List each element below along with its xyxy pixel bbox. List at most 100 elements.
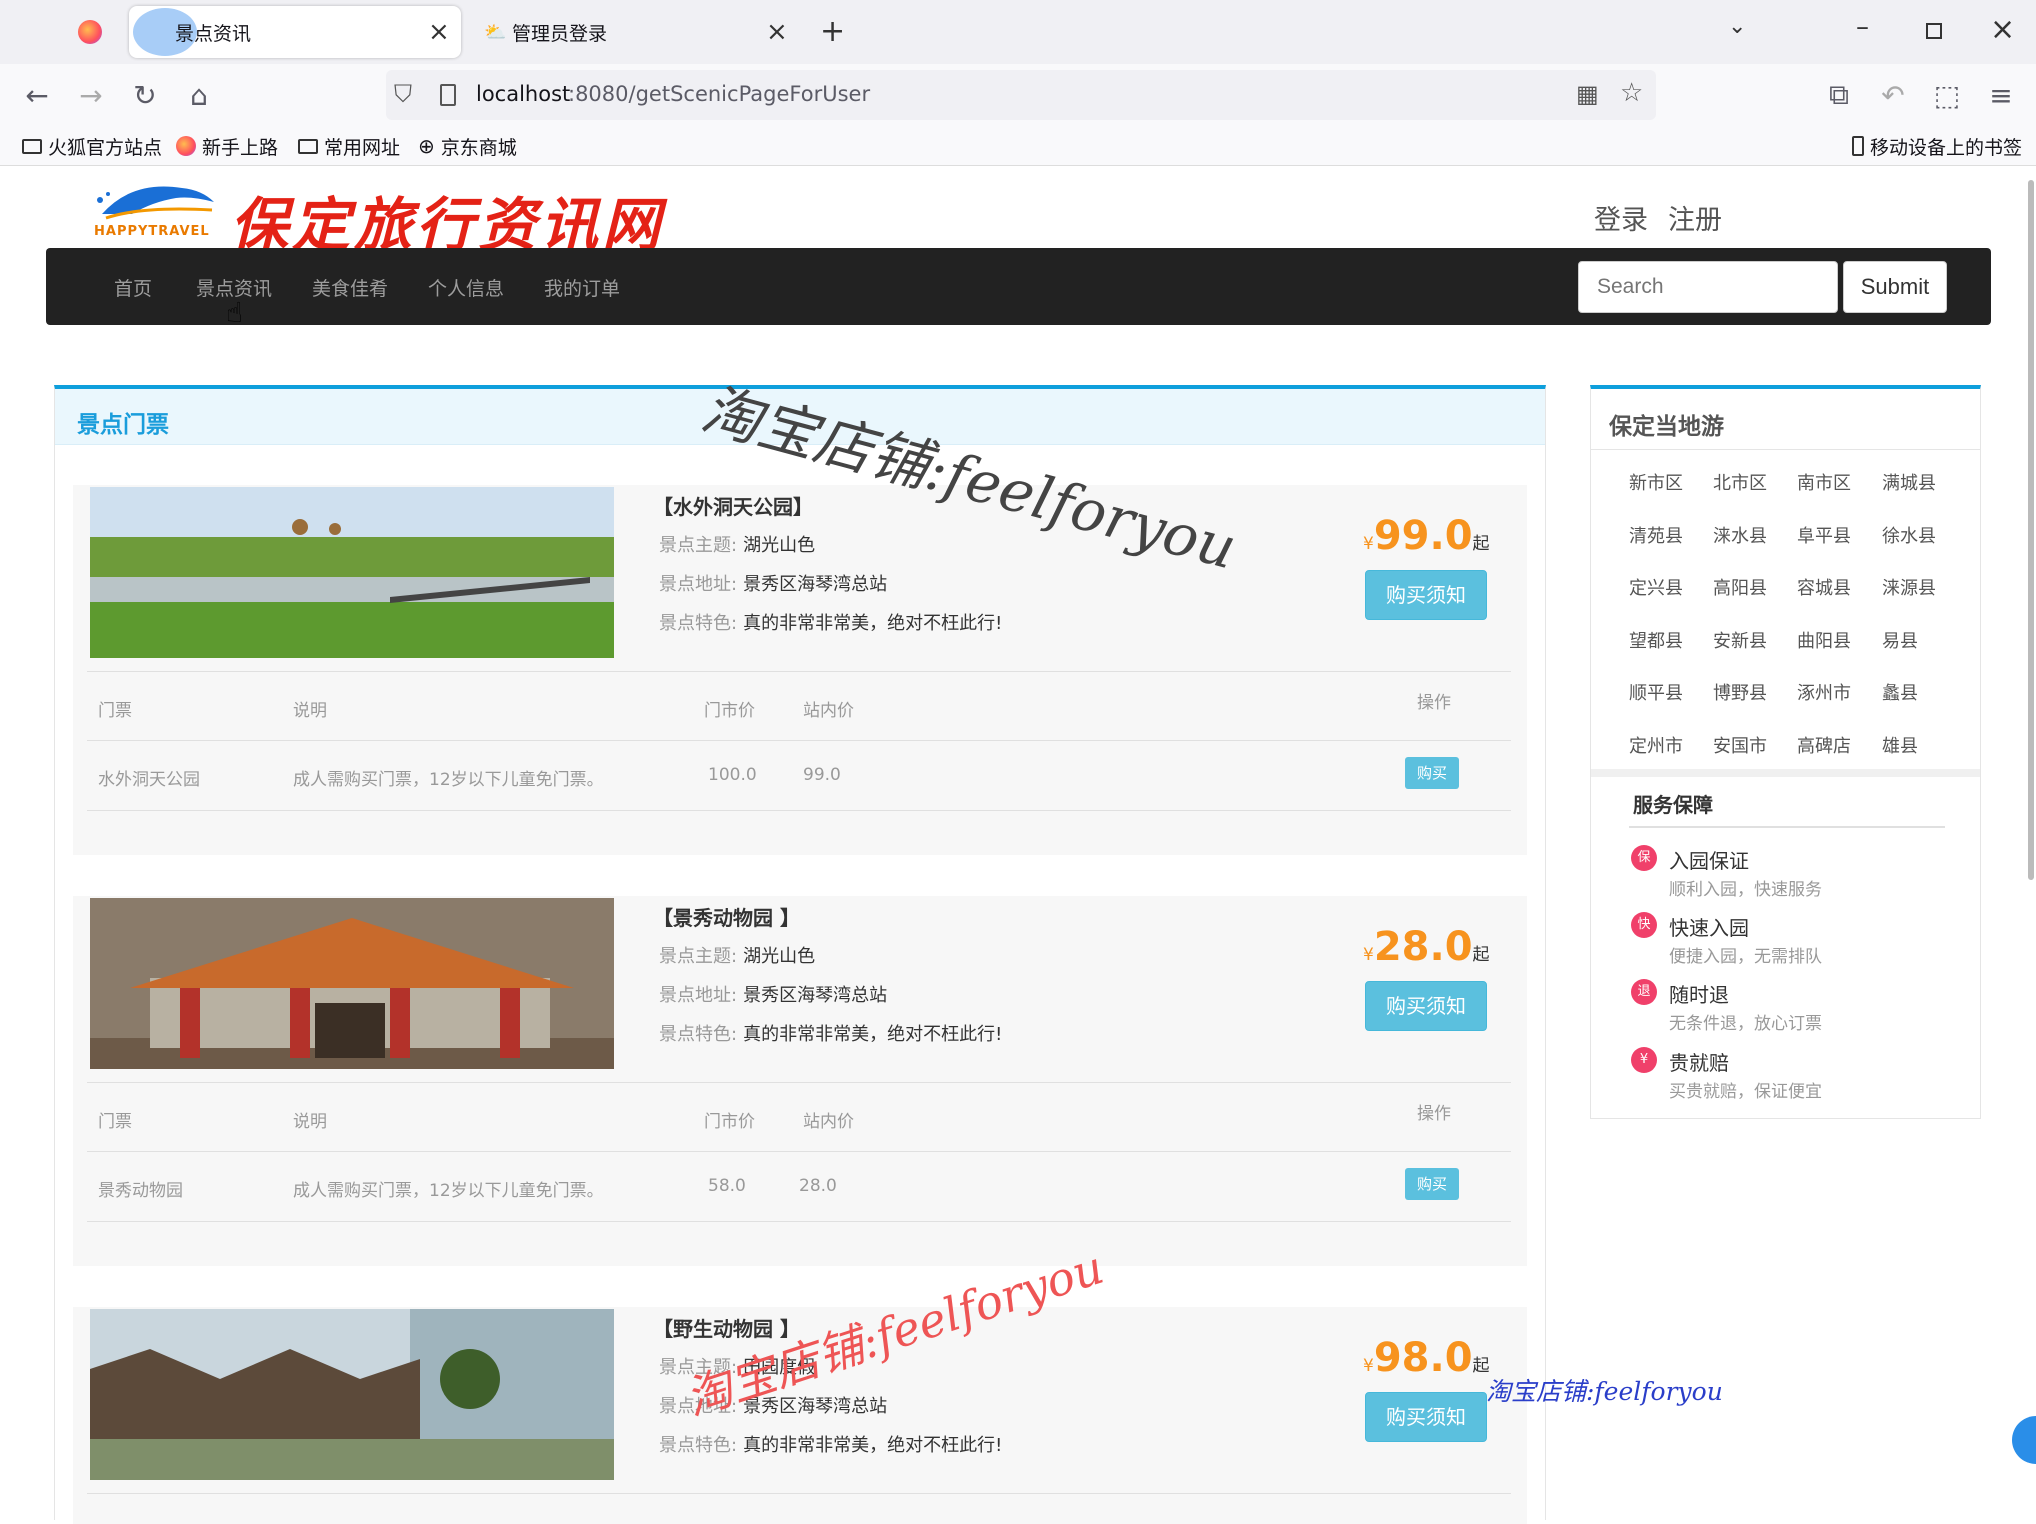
buy-button[interactable]: 购买 xyxy=(1405,757,1459,789)
th-market: 门市价 xyxy=(704,701,755,721)
close-icon[interactable]: × xyxy=(428,17,450,47)
maximize-icon[interactable] xyxy=(1926,23,1942,39)
bookmark-jd-mall[interactable]: ⊕ 京东商城 xyxy=(418,132,517,160)
menu-icon[interactable]: ≡ xyxy=(1982,76,2020,114)
reload-icon[interactable]: ↻ xyxy=(126,76,164,114)
star-icon[interactable]: ☆ xyxy=(1620,78,1643,108)
district-link[interactable]: 北市区 xyxy=(1713,469,1767,495)
district-link[interactable]: 徐水县 xyxy=(1882,522,1936,548)
district-link[interactable]: 雄县 xyxy=(1882,732,1918,758)
district-link[interactable]: 顺平县 xyxy=(1629,679,1683,705)
nav-profile[interactable]: 个人信息 xyxy=(428,274,504,301)
divider xyxy=(1591,449,1980,450)
purchase-notice-button[interactable]: 购买须知 xyxy=(1365,981,1487,1031)
district-link[interactable]: 阜平县 xyxy=(1797,522,1851,548)
th-op: 操作 xyxy=(1417,1104,1451,1124)
floating-badge[interactable] xyxy=(2012,1416,2036,1464)
register-link[interactable]: 注册 xyxy=(1668,205,1722,236)
bookmark-firefox-site[interactable]: 火狐官方站点 xyxy=(22,132,162,160)
district-link[interactable]: 新市区 xyxy=(1629,469,1683,495)
district-link[interactable]: 蠡县 xyxy=(1882,679,1918,705)
district-link[interactable]: 望都县 xyxy=(1629,627,1683,653)
submit-button[interactable]: Submit xyxy=(1843,261,1947,313)
price-value: 28.0 xyxy=(1373,924,1473,970)
search-input[interactable] xyxy=(1578,261,1838,313)
ticket-table-header: 门票 说明 门市价 站内价 操作 xyxy=(87,671,1511,741)
site-logo[interactable]: HAPPYTRAVEL xyxy=(92,180,222,240)
folder-icon xyxy=(22,138,42,154)
close-window-icon[interactable]: × xyxy=(1990,12,2015,47)
nav-orders[interactable]: 我的订单 xyxy=(544,274,620,301)
bookmark-label: 常用网址 xyxy=(324,136,401,159)
table-top-border xyxy=(87,1493,1511,1494)
dolphin-icon xyxy=(97,186,214,220)
scenic-theme: 景点主题: 湖光山色 xyxy=(659,942,815,968)
district-link[interactable]: 博野县 xyxy=(1713,679,1767,705)
back-icon[interactable]: ← xyxy=(18,76,56,114)
bookmark-label: 新手上路 xyxy=(202,136,279,159)
scrollbar[interactable] xyxy=(2028,180,2034,880)
cloud-icon: ⛅ xyxy=(484,21,507,43)
home-icon[interactable]: ⌂ xyxy=(180,76,218,114)
qr-code-icon[interactable]: ▦ xyxy=(1576,80,1599,108)
divider xyxy=(1629,826,1945,828)
th-ticket: 门票 xyxy=(98,701,132,721)
district-link[interactable]: 涿州市 xyxy=(1797,679,1851,705)
district-link[interactable]: 满城县 xyxy=(1882,469,1936,495)
minimize-icon[interactable]: – xyxy=(1856,12,1869,42)
nav-home[interactable]: 首页 xyxy=(114,274,152,301)
tab-scenic-info[interactable]: 景点资讯 × xyxy=(129,6,461,58)
district-link[interactable]: 清苑县 xyxy=(1629,522,1683,548)
label: 景点主题: xyxy=(659,535,738,556)
district-link[interactable]: 易县 xyxy=(1882,627,1918,653)
new-tab-icon[interactable]: + xyxy=(820,14,845,49)
login-link[interactable]: 登录 xyxy=(1594,205,1648,236)
th-ticket: 门票 xyxy=(98,1112,132,1132)
value: 湖光山色 xyxy=(743,535,816,556)
account-links: 登录 注册 xyxy=(1574,198,1722,237)
bookmark-label: 移动设备上的书签 xyxy=(1870,136,2023,159)
tab-label: 管理员登录 xyxy=(512,22,608,45)
value: 真的非常非常美，绝对不枉此行! xyxy=(743,613,1003,634)
price-value: 99.0 xyxy=(1373,513,1473,559)
address-bar[interactable]: ⛉ localhost :8080/getScenicPageForUser ▦… xyxy=(386,70,1656,120)
forward-icon[interactable]: → xyxy=(72,76,110,114)
extensions-icon[interactable]: ⬚ xyxy=(1928,76,1966,114)
scenic-photo[interactable] xyxy=(90,1309,614,1480)
district-link[interactable]: 曲阳县 xyxy=(1797,627,1851,653)
bookmark-mobile[interactable]: 移动设备上的书签 xyxy=(1852,132,2022,160)
scenic-photo[interactable] xyxy=(90,487,614,658)
district-link[interactable]: 高碑店 xyxy=(1797,732,1851,758)
district-link[interactable]: 高阳县 xyxy=(1713,574,1767,600)
district-link[interactable]: 南市区 xyxy=(1797,469,1851,495)
nav-food[interactable]: 美食佳肴 xyxy=(312,274,388,301)
district-link[interactable]: 涞水县 xyxy=(1713,522,1767,548)
bookmark-common-sites[interactable]: 常用网址 xyxy=(298,132,400,160)
globe-icon: ⊕ xyxy=(418,134,435,158)
scenic-name: 【水外洞天公园】 xyxy=(653,495,813,519)
district-link[interactable]: 定兴县 xyxy=(1629,574,1683,600)
close-icon[interactable]: × xyxy=(766,17,788,47)
purchase-notice-button[interactable]: 购买须知 xyxy=(1365,1392,1487,1442)
undo-icon[interactable]: ↶ xyxy=(1874,76,1912,114)
divider xyxy=(1591,769,1980,777)
label: 景点主题: xyxy=(659,946,738,967)
district-link[interactable]: 安新县 xyxy=(1713,627,1767,653)
district-link[interactable]: 安国市 xyxy=(1713,732,1767,758)
buy-button[interactable]: 购买 xyxy=(1405,1168,1459,1200)
scenic-photo[interactable] xyxy=(90,898,614,1069)
bookmark-getting-started[interactable]: 新手上路 xyxy=(176,132,278,160)
purchase-notice-button[interactable]: 购买须知 xyxy=(1365,570,1487,620)
page-icon xyxy=(440,84,456,106)
chevron-down-icon[interactable]: ⌄ xyxy=(1728,14,1746,39)
district-link[interactable]: 涞源县 xyxy=(1882,574,1936,600)
shield-icon[interactable]: ⛉ xyxy=(394,80,412,108)
district-link[interactable]: 定州市 xyxy=(1629,732,1683,758)
tab-admin-login[interactable]: ⛅ 管理员登录 × xyxy=(470,6,802,58)
service-desc: 便捷入园，无需排队 xyxy=(1669,947,1822,967)
screenshot-icon[interactable]: ⧉ xyxy=(1820,76,1858,114)
watermark: 淘宝店铺:feelforyou xyxy=(1486,1377,1723,1406)
district-link[interactable]: 容城县 xyxy=(1797,574,1851,600)
service-name: 快速入园 xyxy=(1669,916,1749,940)
firefox-icon[interactable] xyxy=(78,20,102,44)
